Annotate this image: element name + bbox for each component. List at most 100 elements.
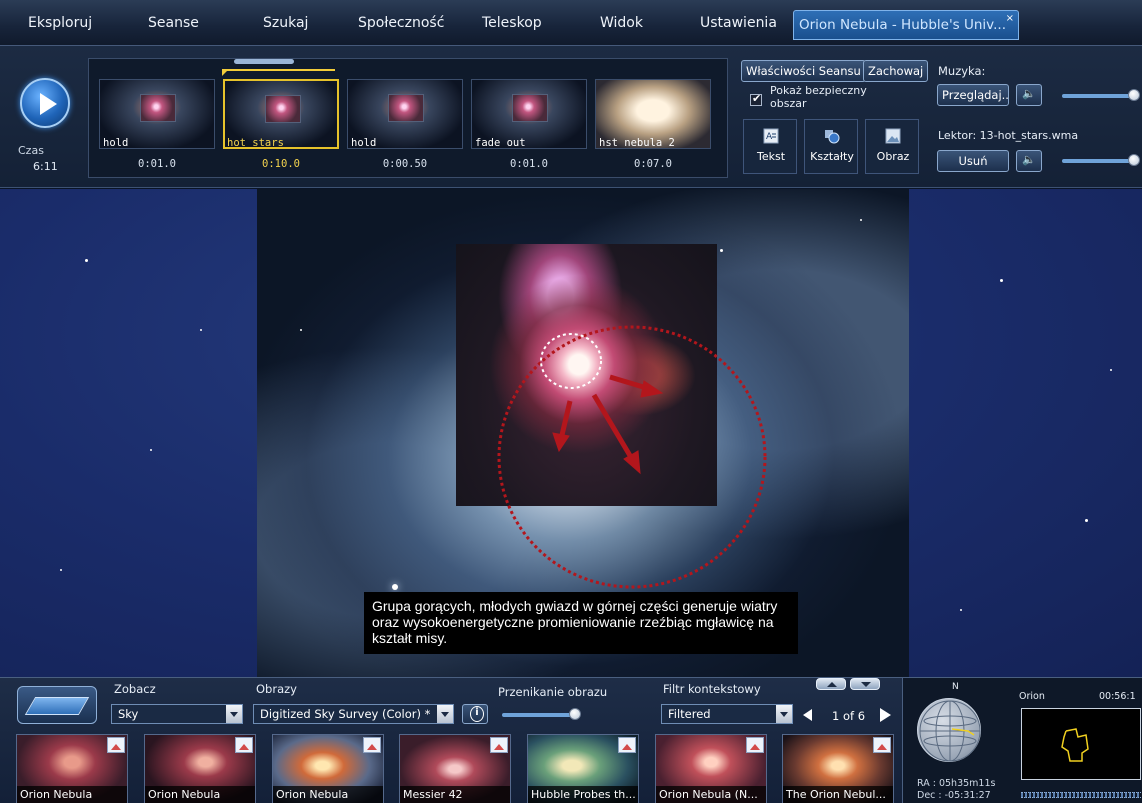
result-thumbnail[interactable]: Orion Nebula (N...: [655, 734, 767, 803]
crossfade-knob[interactable]: [569, 708, 581, 720]
menu-community[interactable]: Społeczność: [358, 0, 444, 46]
tour-editor-panel: Czas 6:11 hold 0:01.0 hot stars 0:10.0 h…: [0, 46, 1142, 188]
slide-duration: 0:01.0: [138, 158, 176, 170]
show-safe-area-checkbox[interactable]: [750, 92, 762, 106]
menu-settings[interactable]: Ustawienia: [700, 0, 777, 46]
slide-title: hold: [351, 137, 377, 149]
declination-readout: Dec : -05:31:27: [917, 790, 991, 801]
narration-volume-knob[interactable]: [1128, 154, 1140, 166]
sky-view[interactable]: Grupa gorących, młodych gwiazd w górnej …: [0, 189, 1142, 677]
image-badge-icon: [363, 737, 381, 753]
crossfade-slider[interactable]: [502, 713, 578, 717]
image-badge-icon: [235, 737, 253, 753]
red-arrow-shape[interactable]: [609, 374, 664, 398]
show-safe-area-label: Pokaż bezpieczny obszar: [770, 84, 867, 110]
compass-north-label: N: [952, 682, 959, 692]
next-page-icon[interactable]: [880, 708, 891, 722]
red-arrow-shape[interactable]: [591, 393, 641, 475]
shapes-tool-button[interactable]: Kształty: [804, 119, 858, 174]
slide-duration: 0:00.50: [382, 158, 428, 170]
worldwide-telescope-window: Eksploruj Seanse Szukaj Społeczność Tele…: [0, 0, 1142, 803]
look-at-dropdown[interactable]: Sky: [111, 704, 243, 724]
slide-insert-marker: [222, 69, 335, 77]
play-tour-button[interactable]: [20, 78, 70, 128]
result-label: Hubble Probes th...: [528, 786, 638, 803]
slide-2[interactable]: hot stars 0:10.0: [223, 79, 339, 171]
result-thumbnail[interactable]: Orion Nebula: [144, 734, 256, 803]
menu-telescope[interactable]: Teleskop: [482, 0, 542, 46]
result-thumbnail[interactable]: Orion Nebula: [272, 734, 384, 803]
crossfade-label: Przenikanie obrazu: [498, 685, 608, 699]
music-volume-icon[interactable]: [1016, 84, 1042, 106]
save-tour-button[interactable]: Zachowaj: [863, 60, 929, 82]
menu-view[interactable]: Widok: [600, 0, 643, 46]
image-badge-icon: [490, 737, 508, 753]
imagery-label: Obrazy: [256, 682, 297, 696]
hot-stars-highlight-circle[interactable]: [540, 333, 602, 389]
image-badge-icon: [618, 737, 636, 753]
look-at-label: Zobacz: [114, 682, 156, 696]
time-scrubber-bar[interactable]: [1021, 792, 1141, 798]
imagery-value: Digitized Sky Survey (Color) *: [260, 707, 431, 721]
narrator-label: Lektor: 13-hot_stars.wma: [938, 129, 1079, 142]
context-filter-dropdown[interactable]: Filtered: [661, 704, 793, 724]
close-tab-icon[interactable]: ×: [1006, 13, 1014, 25]
red-arrow-shape[interactable]: [552, 400, 573, 453]
slide-duration: 0:10.0: [262, 158, 300, 170]
browse-music-button[interactable]: Przeglądaj...: [937, 84, 1009, 106]
globe-compass-icon[interactable]: [917, 698, 981, 762]
text-tool-label: Tekst: [756, 150, 786, 163]
strip-scrollbar[interactable]: [234, 59, 294, 64]
narration-volume-slider[interactable]: [1062, 159, 1136, 163]
navigation-panel: N RA : 05h35m11s Dec : -05:31:27 Orion 0…: [902, 678, 1142, 803]
slide-duration: 0:07.0: [634, 158, 672, 170]
chevron-down-icon[interactable]: [776, 705, 792, 723]
image-badge-icon: [746, 737, 764, 753]
menu-search[interactable]: Szukaj: [263, 0, 308, 46]
bottom-browser-panel: Zobacz Sky Obrazy Digitized Sky Survey (…: [0, 677, 1142, 803]
slide-1[interactable]: hold 0:01.0: [99, 79, 215, 171]
time-value: 6:11: [33, 160, 58, 173]
scroll-up-button[interactable]: [816, 678, 846, 690]
result-thumbnail[interactable]: Hubble Probes th...: [527, 734, 639, 803]
right-ascension-readout: RA : 05h35m11s: [917, 778, 996, 789]
sky-view-mode-button[interactable]: [17, 686, 97, 724]
look-at-value: Sky: [118, 707, 139, 721]
slide-5[interactable]: hst nebula 2 0:07.0: [595, 79, 711, 171]
result-thumbnail[interactable]: Orion Nebula: [16, 734, 128, 803]
scroll-down-button[interactable]: [850, 678, 880, 690]
narration-volume-icon[interactable]: [1016, 150, 1042, 172]
slide-title: fade out: [475, 137, 526, 149]
tour-properties-button[interactable]: Właściwości Seansu: [741, 60, 866, 82]
constellation-minimap[interactable]: [1021, 708, 1141, 780]
menu-explore[interactable]: Eksploruj: [28, 0, 92, 46]
previous-page-icon[interactable]: [803, 709, 812, 721]
slide-3[interactable]: hold 0:00.50: [347, 79, 463, 171]
tour-slides-strip: hold 0:01.0 hot stars 0:10.0 hold 0:00.5…: [88, 58, 728, 178]
chevron-down-icon[interactable]: [226, 705, 242, 723]
slide-title: hot stars: [227, 137, 284, 149]
image-badge-icon: [873, 737, 891, 753]
result-label: Orion Nebula: [273, 786, 383, 803]
chevron-down-icon[interactable]: [437, 705, 453, 723]
image-tool-button[interactable]: Obraz: [865, 119, 919, 174]
result-label: The Orion Nebul...: [783, 786, 893, 803]
info-icon[interactable]: [462, 704, 488, 724]
text-tool-button[interactable]: A Tekst: [743, 119, 797, 174]
music-volume-slider[interactable]: [1062, 94, 1136, 98]
shapes-icon: [825, 130, 840, 144]
tour-caption-text[interactable]: Grupa gorących, młodych gwiazd w górnej …: [364, 592, 798, 654]
imagery-dropdown[interactable]: Digitized Sky Survey (Color) *: [253, 704, 454, 724]
image-tool-label: Obraz: [876, 150, 910, 163]
active-tour-tab[interactable]: Orion Nebula - Hubble's Univ... ×: [793, 10, 1019, 40]
result-thumbnail[interactable]: Messier 42: [399, 734, 511, 803]
result-thumbnail[interactable]: The Orion Nebul...: [782, 734, 894, 803]
remove-narration-button[interactable]: Usuń: [937, 150, 1009, 172]
menu-tours[interactable]: Seanse: [148, 0, 199, 46]
constellation-outline-icon: [1061, 728, 1089, 762]
text-icon: A: [763, 128, 779, 144]
music-volume-knob[interactable]: [1128, 89, 1140, 101]
music-label: Muzyka:: [938, 64, 986, 78]
svg-text:A: A: [766, 132, 773, 142]
slide-4[interactable]: fade out 0:01.0: [471, 79, 587, 171]
